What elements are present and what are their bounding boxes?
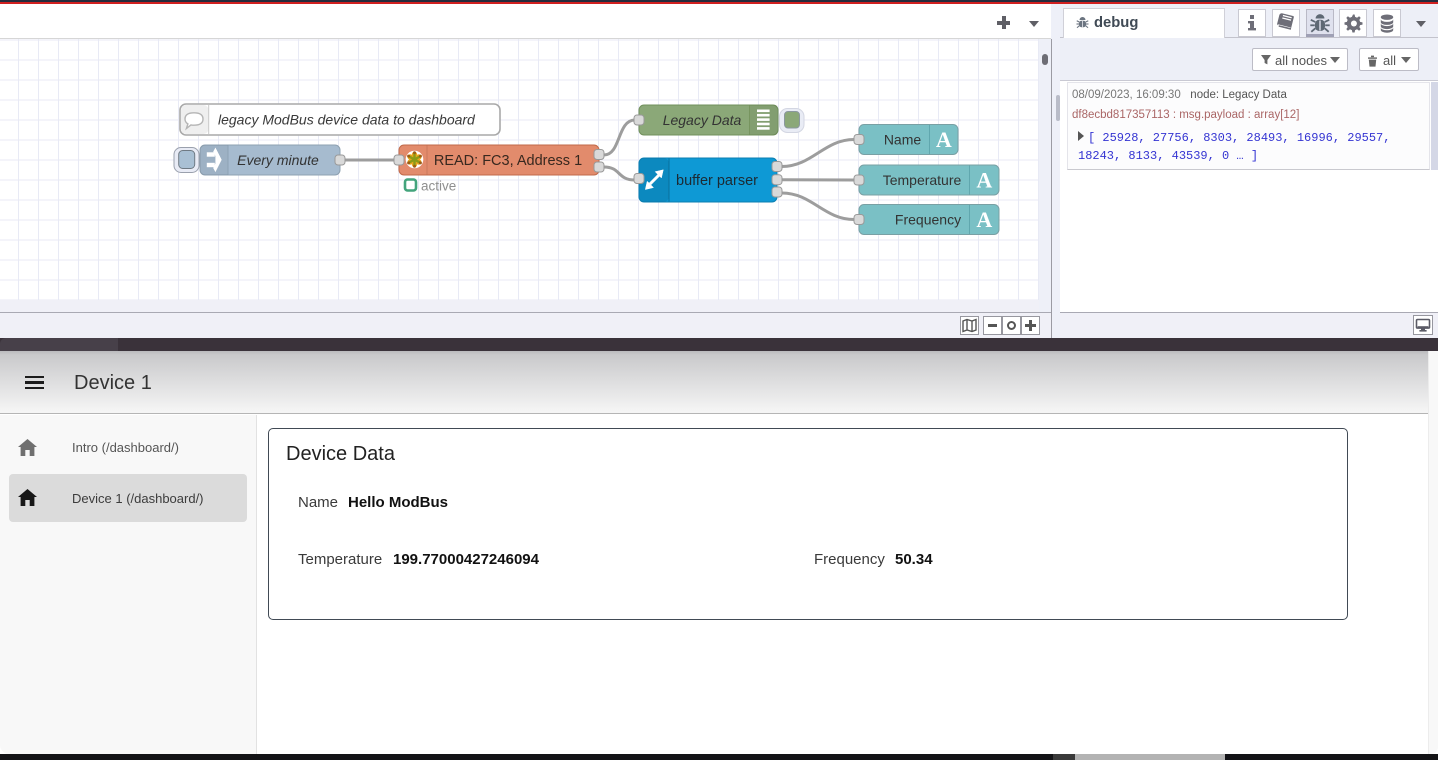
svg-text:active: active bbox=[421, 179, 456, 194]
svg-text:Frequency: Frequency bbox=[895, 212, 961, 228]
svg-text:A: A bbox=[976, 207, 992, 232]
svg-text:READ: FC3, Address 1: READ: FC3, Address 1 bbox=[434, 153, 582, 169]
svg-text:Legacy Data: Legacy Data bbox=[663, 112, 742, 128]
svg-text:Temperature: Temperature bbox=[883, 172, 962, 188]
svg-text:legacy ModBus device data to d: legacy ModBus device data to dashboard bbox=[218, 112, 476, 128]
svg-text:A: A bbox=[936, 127, 952, 152]
svg-text:buffer parser: buffer parser bbox=[676, 173, 758, 189]
svg-text:Name: Name bbox=[884, 132, 922, 148]
svg-text:A: A bbox=[976, 168, 992, 193]
svg-text:Every minute: Every minute bbox=[237, 152, 319, 168]
